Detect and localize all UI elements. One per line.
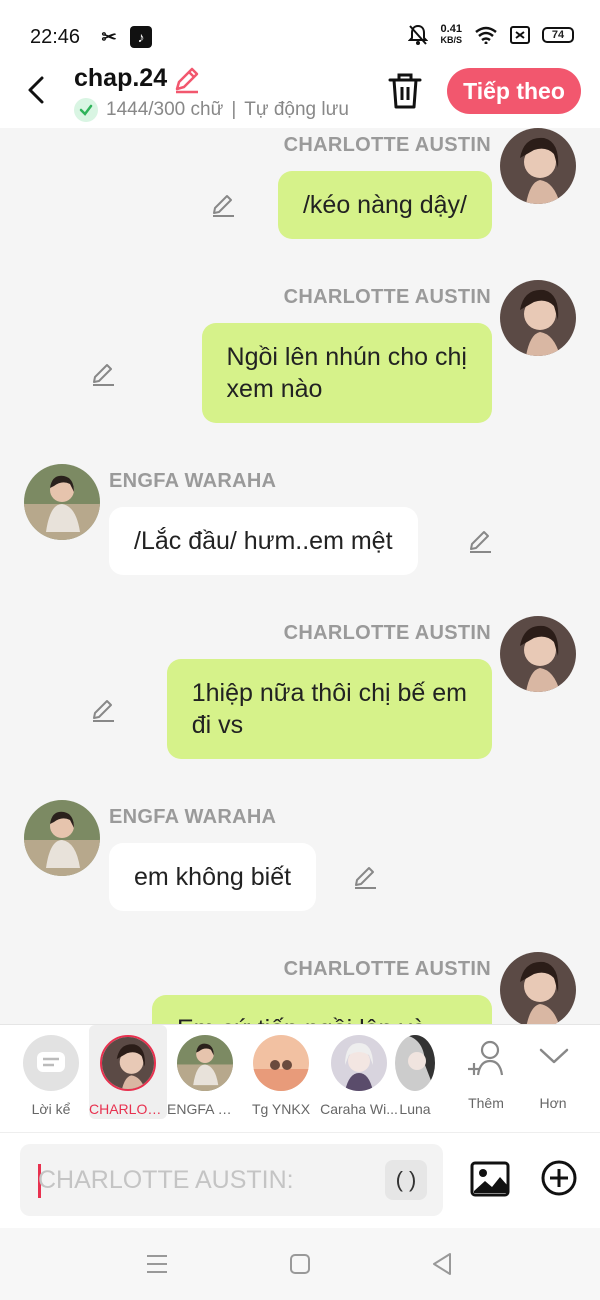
character-label: ENGFA WARAHA bbox=[167, 1101, 243, 1117]
message-line: /Lắc đầu/ hưm..em mệt bbox=[134, 527, 393, 555]
next-button[interactable]: Tiếp theo bbox=[447, 68, 581, 114]
net-speed-value: 0.41 bbox=[440, 23, 462, 35]
message-line: Em cứ tiếp ngồi lên và bbox=[177, 1013, 467, 1024]
net-speed-unit: KB/S bbox=[440, 35, 462, 45]
status-separator: | bbox=[231, 99, 237, 120]
autosave-label: Tự động lưu bbox=[244, 99, 349, 120]
sender-name: ENGFA WARAHA bbox=[109, 470, 277, 492]
chat-area[interactable]: CHARLOTTE AUSTIN /kéo nàng dậy/ CHARLOTT… bbox=[0, 128, 600, 1024]
back-arrow-icon[interactable] bbox=[20, 70, 56, 110]
edit-message-icon[interactable] bbox=[89, 360, 117, 388]
character-engfa[interactable]: ENGFA WARAHA bbox=[167, 1025, 243, 1119]
avatar-engfa bbox=[177, 1035, 233, 1091]
avatar-engfa[interactable] bbox=[24, 800, 100, 876]
sender-name: CHARLOTTE AUSTIN bbox=[283, 286, 491, 308]
add-person-icon bbox=[468, 1040, 504, 1076]
message-bubble[interactable]: em không biết bbox=[109, 843, 317, 911]
avatar-charlotte[interactable] bbox=[500, 280, 576, 356]
add-character-button[interactable]: Thêm bbox=[456, 1025, 516, 1119]
more-button[interactable]: Hơn bbox=[525, 1025, 581, 1119]
add-icon[interactable] bbox=[540, 1159, 578, 1197]
save-status: 1444/300 chữ | Tự động lưu bbox=[74, 98, 349, 122]
avatar-charlotte bbox=[100, 1035, 156, 1091]
character-label: Lời kể bbox=[31, 1101, 71, 1117]
edit-message-icon[interactable] bbox=[209, 191, 237, 219]
avatar-luna bbox=[395, 1035, 435, 1091]
edit-title-icon[interactable] bbox=[172, 64, 202, 94]
home-icon[interactable] bbox=[289, 1253, 311, 1275]
edit-message-icon[interactable] bbox=[351, 863, 379, 891]
status-time: 22:46 bbox=[30, 26, 81, 48]
character-label: Caraha Wi... bbox=[320, 1101, 398, 1117]
message-line: Ngồi lên nhún cho chị bbox=[226, 343, 467, 371]
sender-name: ENGFA WARAHA bbox=[109, 806, 277, 828]
back-icon[interactable] bbox=[431, 1251, 453, 1277]
battery-indicator: 74 bbox=[542, 27, 574, 43]
parentheses-button[interactable]: ( ) bbox=[385, 1160, 427, 1200]
edit-message-icon[interactable] bbox=[466, 527, 494, 555]
character-label: Luna bbox=[399, 1101, 431, 1117]
avatar-caraha bbox=[331, 1035, 387, 1091]
character-label: Hơn bbox=[539, 1095, 567, 1111]
character-tg-ynkx[interactable]: Tg YNKX bbox=[245, 1025, 317, 1119]
wifi-icon bbox=[475, 26, 497, 44]
status-app-icons: ✂ ♪ bbox=[98, 26, 152, 48]
message-input[interactable] bbox=[38, 1158, 378, 1202]
message-line: 1hiệp nữa thôi chị bế em bbox=[191, 679, 467, 707]
menu-icon[interactable] bbox=[145, 1253, 169, 1275]
status-bar: 22:46 ✂ ♪ 0.41 KB/S 74 bbox=[0, 0, 600, 62]
composer-bar: ( ) bbox=[0, 1132, 600, 1228]
tiktok-icon: ♪ bbox=[130, 26, 152, 48]
image-icon[interactable] bbox=[470, 1159, 510, 1199]
message-line: đi vs bbox=[191, 711, 244, 739]
character-label: Thêm bbox=[468, 1095, 504, 1111]
message-line: em không biết bbox=[134, 863, 292, 891]
capcut-icon: ✂ bbox=[98, 26, 120, 48]
word-count: 1444/300 chữ bbox=[106, 99, 224, 120]
sim-icon bbox=[510, 26, 530, 44]
avatar-engfa[interactable] bbox=[24, 464, 100, 540]
character-narration[interactable]: Lời kể bbox=[20, 1025, 82, 1119]
edit-message-icon[interactable] bbox=[89, 696, 117, 724]
avatar-charlotte[interactable] bbox=[500, 616, 576, 692]
narration-icon bbox=[23, 1035, 79, 1091]
message-bubble[interactable]: /kéo nàng dậy/ bbox=[277, 171, 492, 239]
trash-icon[interactable] bbox=[386, 70, 424, 112]
chapter-title: chap.24 bbox=[74, 64, 168, 92]
sender-name: CHARLOTTE AUSTIN bbox=[283, 134, 491, 156]
net-speed: 0.41 KB/S bbox=[440, 24, 462, 46]
chevron-down-icon bbox=[539, 1048, 569, 1064]
message-bubble[interactable]: Em cứ tiếp ngồi lên và bbox=[152, 995, 492, 1024]
system-nav-bar bbox=[0, 1228, 600, 1300]
avatar-charlotte[interactable] bbox=[500, 128, 576, 204]
editor-header: chap.24 1444/300 chữ | Tự động lưu Tiếp … bbox=[0, 62, 600, 128]
character-label: Tg YNKX bbox=[251, 1101, 311, 1117]
character-caraha[interactable]: Caraha Wi... bbox=[318, 1025, 400, 1119]
sender-name: CHARLOTTE AUSTIN bbox=[283, 622, 491, 644]
sender-name: CHARLOTTE AUSTIN bbox=[283, 958, 491, 980]
status-system-icons: 0.41 KB/S 74 bbox=[408, 24, 574, 46]
character-charlotte[interactable]: CHARLOTTE AUSTIN bbox=[89, 1025, 167, 1119]
character-label: CHARLOTTE AUSTIN bbox=[89, 1101, 167, 1117]
check-icon bbox=[74, 98, 98, 122]
bell-muted-icon bbox=[408, 24, 429, 45]
message-bubble[interactable]: Ngồi lên nhún cho chị xem nào bbox=[201, 323, 492, 423]
composer-box: ( ) bbox=[20, 1144, 443, 1216]
message-bubble[interactable]: 1hiệp nữa thôi chị bế em đi vs bbox=[166, 659, 492, 759]
avatar-charlotte[interactable] bbox=[500, 952, 576, 1024]
character-picker: Lời kể CHARLOTTE AUSTIN ENGFA WARAHA Tg … bbox=[0, 1024, 600, 1132]
avatar-tg-ynkx bbox=[253, 1035, 309, 1091]
character-luna[interactable]: Luna bbox=[395, 1025, 435, 1119]
message-line: xem nào bbox=[226, 375, 323, 403]
message-bubble[interactable]: /Lắc đầu/ hưm..em mệt bbox=[109, 507, 418, 575]
message-line: /kéo nàng dậy/ bbox=[302, 191, 467, 219]
